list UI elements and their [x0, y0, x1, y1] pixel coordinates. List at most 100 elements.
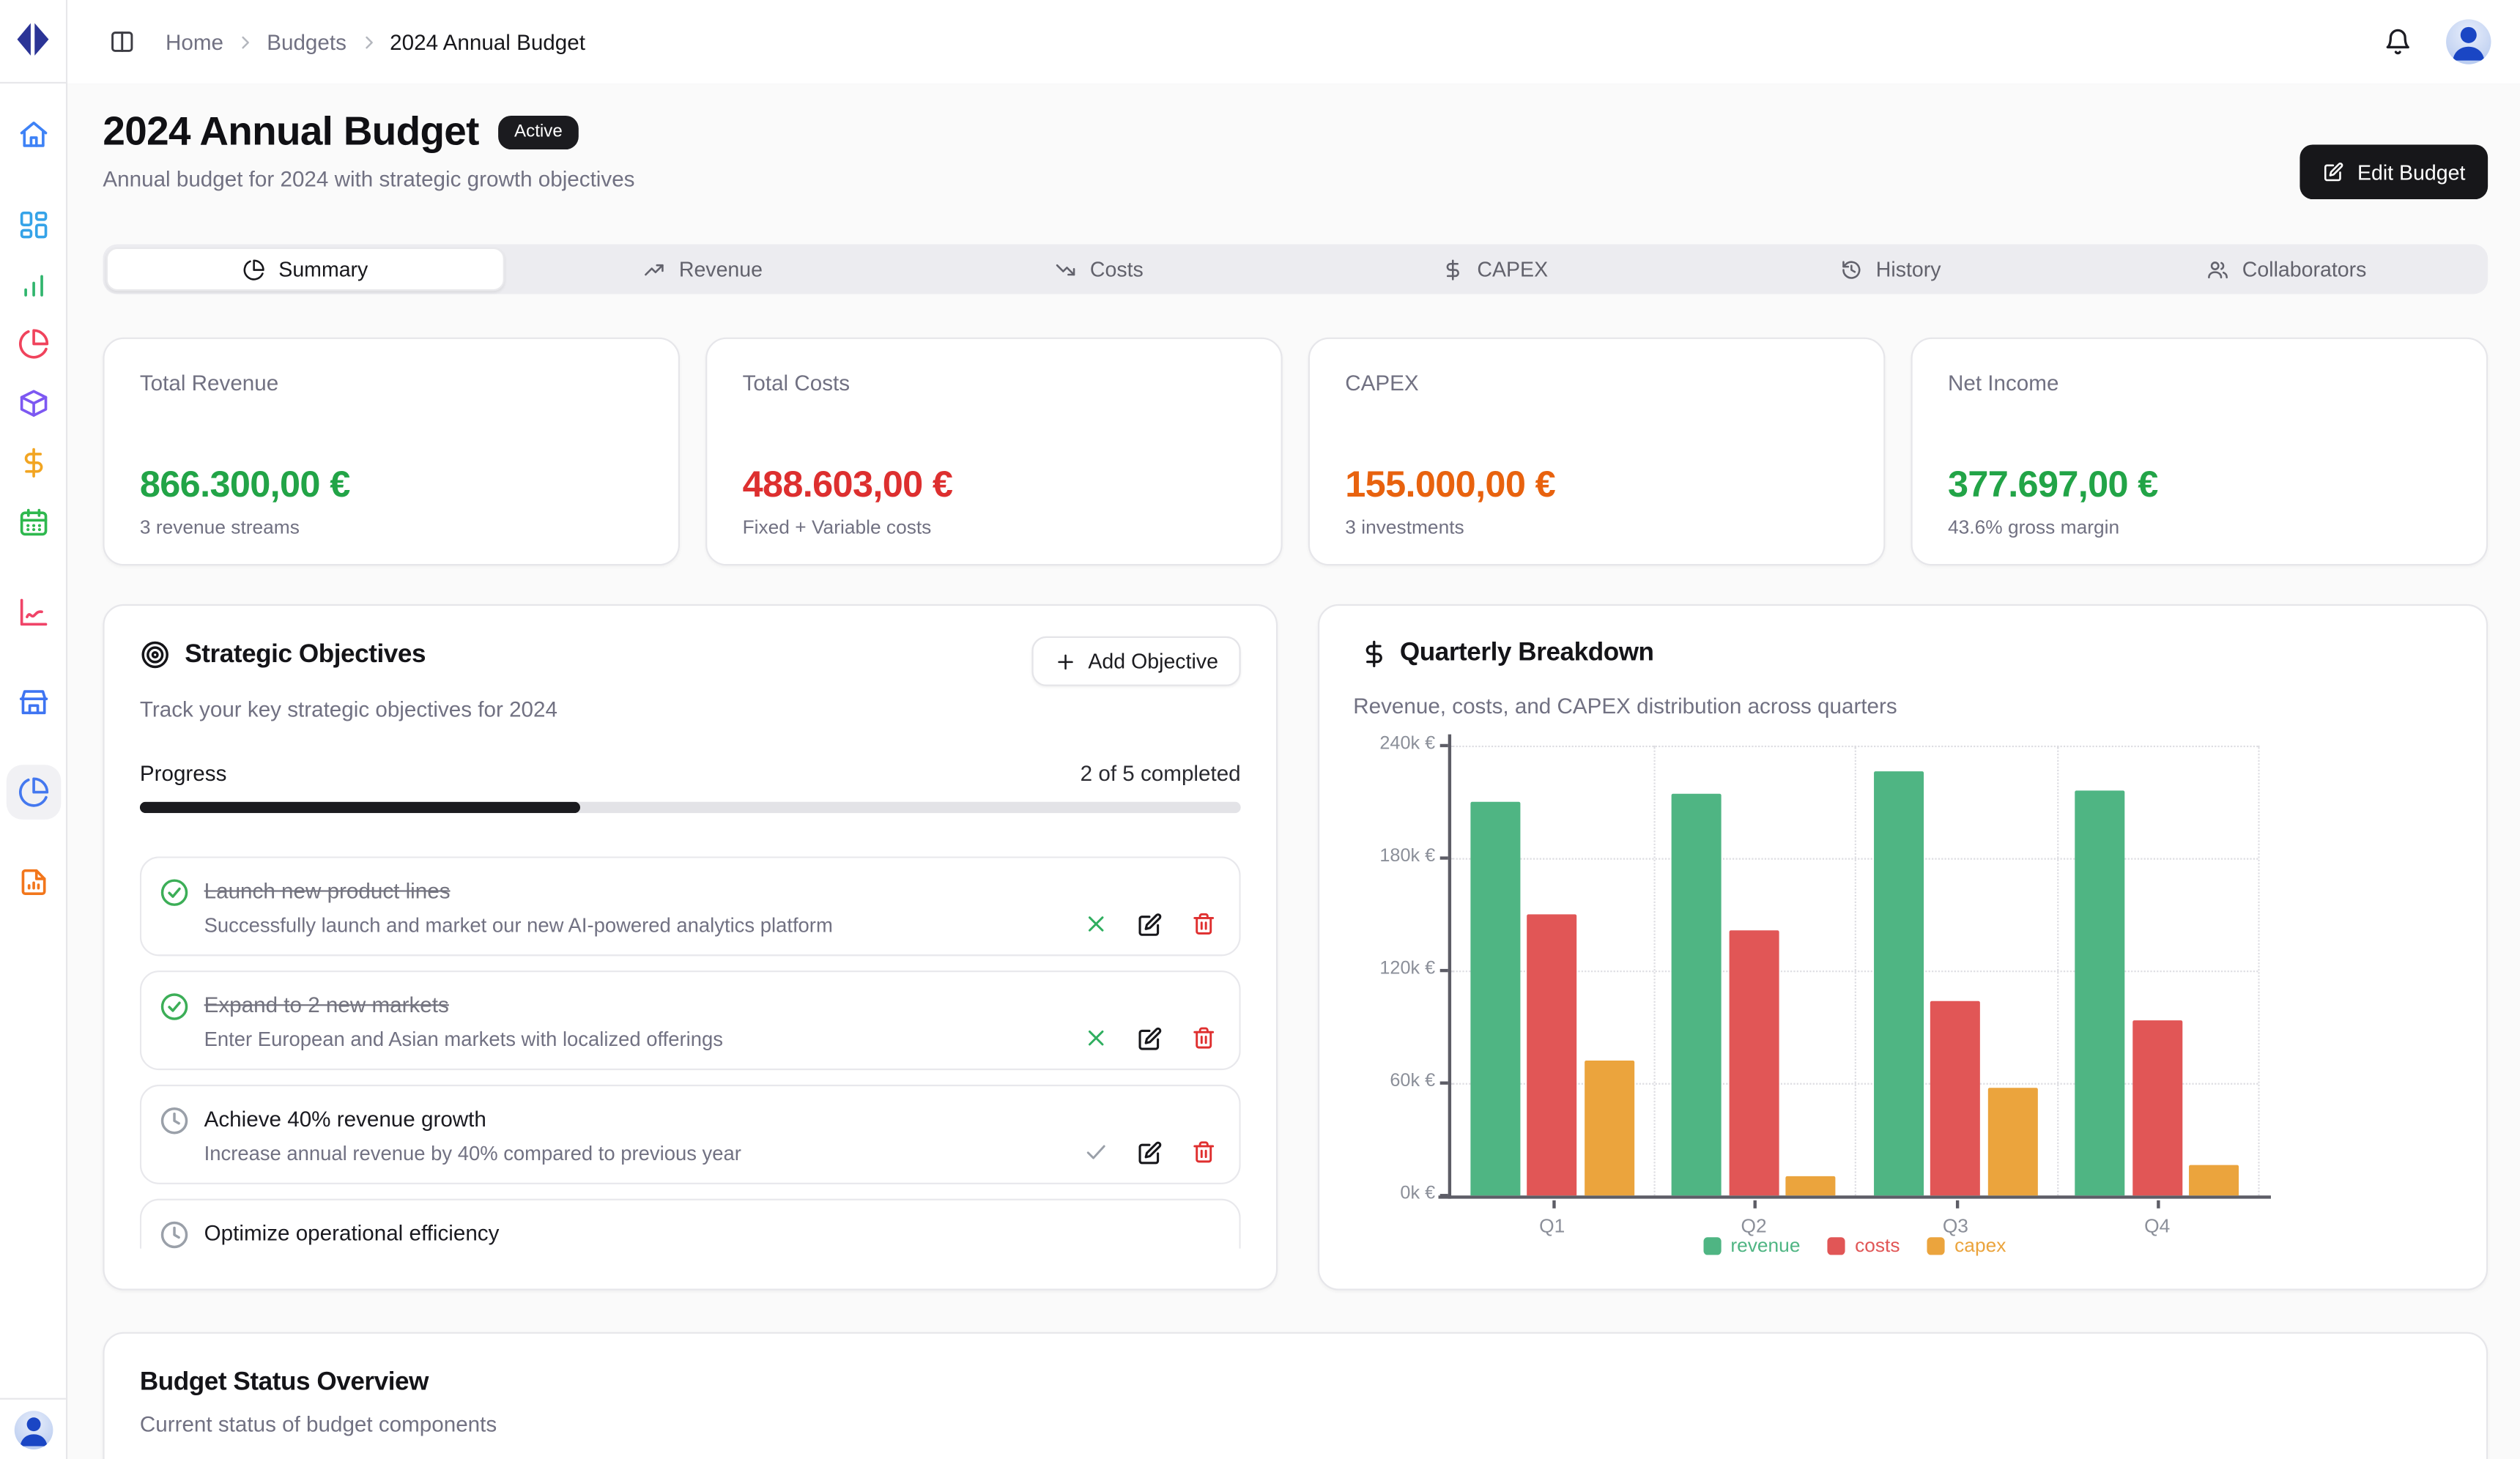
tab-capex[interactable]: CAPEX [1297, 248, 1692, 291]
edit-objective-button[interactable] [1136, 910, 1163, 938]
delete-objective-button[interactable] [1191, 1139, 1217, 1165]
objective-title: Achieve 40% revenue growth [204, 1107, 1069, 1132]
quarterly-breakdown-card: Quarterly Breakdown Revenue, costs, and … [1318, 604, 2488, 1291]
sidebar-item-calendar[interactable] [6, 495, 61, 550]
chevron-right-icon [234, 31, 256, 53]
chart-bar-costs-q1 [1527, 914, 1577, 1195]
chart-bar-costs-q3 [1930, 1001, 1980, 1195]
legend-swatch [1927, 1236, 1945, 1254]
sidebar-item-dollar-sign[interactable] [6, 436, 61, 491]
objective-title: Launch new product lines [204, 879, 1069, 903]
chart-bar-revenue-q3 [1874, 771, 1924, 1195]
store-icon [17, 686, 49, 719]
stat-card: Net Income377.697,00 €43.6% gross margin [1911, 338, 2488, 566]
y-axis-tick [1440, 856, 1448, 859]
gridline [2258, 746, 2259, 1195]
edit-icon [2322, 160, 2345, 183]
sidebar-item-store[interactable] [6, 675, 61, 730]
strategic-objectives-card: Strategic Objectives Add Objective Track… [103, 604, 1278, 1291]
mark-complete-button[interactable] [1083, 1139, 1109, 1165]
objective-item: Launch new product lines Successfully lau… [140, 856, 1241, 956]
gridline [1855, 746, 1856, 1195]
sidebar-item-box[interactable] [6, 376, 61, 431]
budget-status-card: Budget Status Overview Current status of… [103, 1332, 2488, 1459]
x-axis [1439, 1195, 2271, 1198]
edit-budget-button[interactable]: Edit Budget [2300, 144, 2488, 199]
breadcrumb-home[interactable]: Home [166, 30, 223, 54]
sidebar-item-file-chart[interactable] [6, 855, 61, 910]
objective-title: Optimize operational efficiency [204, 1221, 1069, 1245]
clock-icon [159, 1105, 190, 1182]
legend-label: revenue [1730, 1234, 1800, 1257]
plus-icon [1054, 650, 1077, 672]
clock-icon [159, 1219, 190, 1248]
stat-label: CAPEX [1345, 371, 1848, 396]
topbar-actions [2384, 19, 2505, 64]
mark-incomplete-button[interactable] [1083, 911, 1109, 937]
tab-costs[interactable]: Costs [901, 248, 1297, 291]
sidebar-toggle-icon[interactable] [109, 29, 135, 54]
stat-sub: 43.6% gross margin [1948, 516, 2451, 538]
stat-sub: 3 revenue streams [140, 516, 643, 538]
objective-texts: Optimize operational efficiency [204, 1219, 1069, 1248]
chevron-right-icon [357, 31, 379, 53]
x-axis-tick [1552, 1200, 1555, 1209]
stat-value: 488.603,00 € [743, 463, 1246, 506]
add-objective-button[interactable]: Add Objective [1032, 636, 1241, 686]
tab-summary[interactable]: Summary [106, 248, 505, 291]
bar-chart: 0k €60k €120k €180k €240k €Q1Q2Q3Q4reven… [1451, 746, 2258, 1195]
objectives-list[interactable]: Launch new product lines Successfully lau… [140, 856, 1241, 1248]
mark-incomplete-button[interactable] [1083, 1025, 1109, 1051]
edit-objective-button[interactable] [1136, 1025, 1163, 1052]
objectives-title: Strategic Objectives [185, 640, 426, 669]
tab-history[interactable]: History [1693, 248, 2089, 291]
chart-subtitle: Revenue, costs, and CAPEX distribution a… [1353, 694, 1897, 719]
sidebar-item-pie-chart-active[interactable] [6, 765, 61, 820]
stat-value: 866.300,00 € [140, 463, 643, 506]
objective-description: Successfully launch and market our new A… [204, 914, 1069, 937]
y-axis-tick [1440, 744, 1448, 747]
chart-title: Quarterly Breakdown [1400, 639, 1654, 668]
chart-bar-revenue-q2 [1672, 794, 1722, 1195]
sidebar-footer [0, 1398, 66, 1459]
y-axis-label: 240k € [1342, 735, 1435, 754]
gridline [1653, 746, 1654, 1195]
chart-bar-revenue-q4 [2075, 790, 2125, 1195]
stat-value: 155.000,00 € [1345, 463, 1848, 506]
y-axis-label: 120k € [1342, 959, 1435, 979]
tab-collaborators[interactable]: Collaborators [2089, 248, 2484, 291]
breadcrumb-2024-annual-budget: 2024 Annual Budget [390, 30, 585, 54]
main-content: 2024 Annual Budget Active Annual budget … [67, 83, 2520, 1459]
progress-label: Progress [140, 762, 227, 786]
sidebar-item-bar-chart[interactable] [6, 257, 61, 312]
sidebar-item-pie-chart[interactable] [6, 316, 61, 371]
objective-texts: Expand to 2 new marketsEnter European an… [204, 992, 1069, 1069]
legend-swatch [1828, 1236, 1845, 1254]
pie-chart-icon [17, 776, 49, 809]
stat-card: Total Revenue866.300,00 €3 revenue strea… [103, 338, 680, 566]
y-axis-label: 0k € [1342, 1184, 1435, 1203]
breadcrumb-budgets[interactable]: Budgets [267, 30, 346, 54]
tab-label: Costs [1090, 257, 1144, 281]
topbar: Home Budgets 2024 Annual Budget [67, 0, 2520, 83]
progress-bar-fill [140, 802, 580, 813]
page-title: 2024 Annual Budget [103, 109, 478, 156]
tab-revenue[interactable]: Revenue [505, 248, 901, 291]
delete-objective-button[interactable] [1191, 911, 1217, 937]
gridline [2056, 746, 2058, 1195]
edit-objective-button[interactable] [1136, 1138, 1163, 1165]
status-subtitle: Current status of budget components [140, 1412, 2451, 1436]
sidebar-nav [0, 83, 66, 910]
notifications-bell-icon[interactable] [2384, 27, 2412, 56]
delete-objective-button[interactable] [1191, 1025, 1217, 1051]
sidebar-item-layout-dashboard[interactable] [6, 198, 61, 253]
sidebar-user-avatar[interactable] [14, 1410, 53, 1449]
sidebar-item-home[interactable] [6, 108, 61, 163]
stat-card: CAPEX155.000,00 €3 investments [1308, 338, 1886, 566]
tab-bar: SummaryRevenue Costs CAPEXHistoryCollabora… [103, 244, 2488, 294]
dashboard-row: Strategic Objectives Add Objective Track… [103, 604, 2488, 1291]
x-axis-tick [1955, 1200, 1958, 1209]
history-icon [1841, 258, 1864, 281]
sidebar-item-line-chart[interactable] [6, 585, 61, 640]
user-avatar[interactable] [2446, 19, 2491, 64]
